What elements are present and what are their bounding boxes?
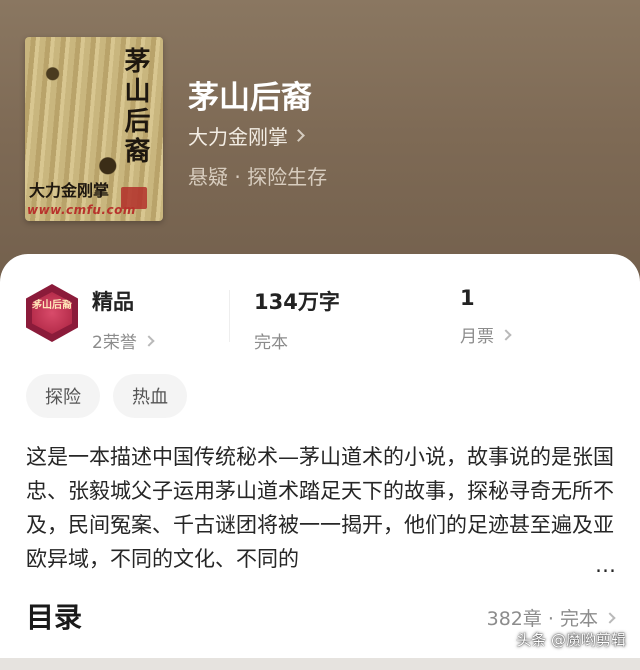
- cover-title: 茅山后裔: [120, 47, 150, 167]
- cover-site: www.cmfu.com: [27, 203, 136, 217]
- bottom-strip: [0, 658, 640, 670]
- book-cover[interactable]: 茅山后裔 大力金刚掌 www.cmfu.com: [25, 37, 163, 221]
- tag-adventure[interactable]: 探险: [26, 374, 100, 418]
- stat-quality-value: 精品: [92, 290, 134, 314]
- tag-passion[interactable]: 热血: [113, 374, 187, 418]
- chevron-right-icon: [292, 129, 305, 142]
- toc-meta: 382章 · 完本: [486, 608, 598, 630]
- stat-words-label-row: 完本: [254, 328, 340, 353]
- stat-tickets-label: 月票: [460, 327, 494, 347]
- toc-title[interactable]: 目录: [26, 596, 82, 636]
- quality-badge-icon[interactable]: 茅山后裔: [26, 284, 78, 342]
- stat-tickets-label-row: 月票: [460, 322, 512, 347]
- chevron-right-icon: [604, 611, 616, 624]
- stat-quality-label: 2荣誉: [92, 333, 137, 353]
- description-more[interactable]: …: [572, 550, 616, 580]
- book-title: 茅山后裔: [188, 80, 312, 116]
- book-detail-card: 茅山后裔 精品 2荣誉 134万字 完本 1 月票 探险 热血 这是一本描述中国…: [0, 254, 640, 670]
- watermark: 头条 @魔哟剪辑: [516, 631, 626, 649]
- stat-quality[interactable]: 精品 2荣誉: [92, 286, 155, 353]
- stat-words-label: 完本: [254, 333, 288, 353]
- stat-quality-label-row: 2荣誉: [92, 328, 155, 353]
- author-name: 大力金刚掌: [188, 125, 288, 149]
- stat-tickets[interactable]: 1 月票: [460, 286, 512, 347]
- stat-words: 134万字 完本: [254, 286, 340, 353]
- stat-tickets-value: 1: [460, 286, 475, 310]
- chevron-right-icon: [500, 328, 512, 341]
- author-link[interactable]: 大力金刚掌: [188, 121, 305, 150]
- stat-words-value: 134万字: [254, 290, 340, 314]
- chevron-right-icon: [143, 334, 155, 347]
- stat-divider: [229, 290, 230, 342]
- book-description[interactable]: 这是一本描述中国传统秘术—茅山道术的小说，故事说的是张国忠、张毅城父子运用茅山道…: [26, 440, 616, 576]
- toc-link[interactable]: 382章 · 完本: [486, 604, 616, 631]
- cover-author: 大力金刚掌: [29, 181, 110, 200]
- genre-line: 悬疑 · 探险生存: [188, 165, 328, 189]
